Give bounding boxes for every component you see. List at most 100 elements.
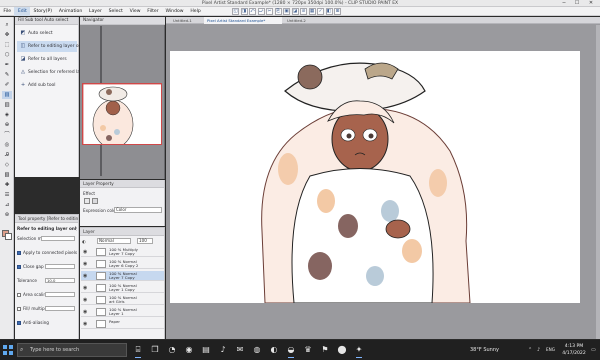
layer-row[interactable]: ◉ 100 % Normal Layer 1 Copy xyxy=(81,283,164,293)
expression-color-dropdown[interactable]: Color xyxy=(114,207,162,213)
command-icon-1[interactable]: ◨ xyxy=(240,8,248,15)
tool-property-row[interactable]: Tolerance 10.0 xyxy=(17,276,77,285)
tool-icon-8[interactable]: ▥ xyxy=(2,101,12,109)
tool-icon-14[interactable]: ◇ xyxy=(2,161,12,169)
effect-tone-toggle[interactable] xyxy=(92,198,98,204)
blend-mode-dropdown[interactable]: Normal xyxy=(97,238,131,244)
taskbar-app-icon[interactable]: ▤ xyxy=(200,344,212,356)
tool-icon-13[interactable]: Ꭿ xyxy=(2,151,12,159)
taskbar-app-icon[interactable]: ⌸ xyxy=(132,344,144,358)
tray-chevron-icon[interactable]: ⌃ xyxy=(528,340,532,360)
opacity-field[interactable]: 100 xyxy=(137,238,153,244)
weather-widget[interactable]: 38°F Sunny xyxy=(470,340,499,360)
command-icon-5[interactable]: ⎘ xyxy=(274,8,282,15)
command-icon-8[interactable]: ⊘ xyxy=(300,8,307,15)
taskbar-app-icon[interactable]: ✦ xyxy=(353,344,365,358)
menu-item-layer[interactable]: Layer xyxy=(86,7,106,16)
navigator-preview[interactable] xyxy=(82,83,162,145)
eye-icon[interactable]: ◉ xyxy=(83,309,89,315)
tool-icon-2[interactable]: ⬚ xyxy=(2,41,12,49)
tool-property-row[interactable]: Fill/ multiple xyxy=(17,304,77,313)
tool-icon-1[interactable]: ✥ xyxy=(2,31,12,39)
taskbar-app-icon[interactable]: ❒ xyxy=(149,344,161,356)
tool-icon-19[interactable]: ⊛ xyxy=(2,211,12,219)
layer-row[interactable]: ◉ 100 % Multiply Layer 7 Copy xyxy=(81,247,164,257)
tool-property-field[interactable] xyxy=(45,292,75,297)
menu-item-filter[interactable]: Filter xyxy=(144,7,162,16)
canvas-tab[interactable]: Pixel Artist Standard Example* xyxy=(204,17,282,24)
taskbar-app-icon[interactable]: ◍ xyxy=(251,344,263,356)
language-indicator[interactable]: ENG xyxy=(546,340,555,360)
command-icon-12[interactable]: ⊞ xyxy=(334,8,341,15)
sub-tool-item[interactable]: ◫ Refer to editing layer only xyxy=(17,41,85,52)
checkbox[interactable] xyxy=(17,293,21,297)
menu-item-select[interactable]: Select xyxy=(105,7,126,16)
command-icon-11[interactable]: ◧ xyxy=(325,8,333,15)
tool-icon-10[interactable]: ⊕ xyxy=(2,121,12,129)
taskbar-search-input[interactable]: Type here to search xyxy=(17,343,127,357)
sub-tool-item[interactable]: ◪ Refer to all layers xyxy=(17,54,77,65)
checkbox[interactable] xyxy=(17,251,21,255)
sub-tool-item[interactable]: + Add sub tool xyxy=(17,80,77,91)
sub-tool-item[interactable]: ◩ Auto select xyxy=(17,28,77,39)
taskbar-app-icon[interactable]: ⬤ xyxy=(336,344,348,356)
minimize-button[interactable]: ─ xyxy=(558,0,570,7)
layer-row[interactable]: ◉ Paper xyxy=(81,319,164,329)
menu-item-view[interactable]: View xyxy=(126,7,144,16)
taskbar-clock[interactable]: 4:13 PM 4/17/2022 xyxy=(560,343,588,357)
command-icon-6[interactable]: ▣ xyxy=(283,8,290,15)
command-icon-4[interactable]: ✂ xyxy=(266,8,273,15)
tool-icon-12[interactable]: ◎ xyxy=(2,141,12,149)
canvas-scrollbar[interactable] xyxy=(596,25,600,339)
effect-border-toggle[interactable] xyxy=(84,198,90,204)
command-icon-2[interactable]: ⤺ xyxy=(249,8,256,15)
layer-row[interactable]: ◉ 100 % Normal Layer 6 Copy 2 xyxy=(81,259,164,269)
checkbox[interactable] xyxy=(17,265,21,269)
drawing-canvas[interactable] xyxy=(170,51,580,303)
tool-icon-4[interactable]: ✒ xyxy=(2,61,12,69)
tool-icon-17[interactable]: ☰ xyxy=(2,191,12,199)
tool-icon-16[interactable]: ✚ xyxy=(2,181,12,189)
layer-row[interactable]: ◉ 100 % Normal art Girls xyxy=(81,295,164,305)
taskbar-app-icon[interactable]: ◉ xyxy=(183,344,195,356)
menu-item-storyp[interactable]: Story(P) xyxy=(30,7,55,16)
tool-icon-3[interactable]: ⬡ xyxy=(2,51,12,59)
eye-icon[interactable]: ◉ xyxy=(83,261,89,267)
command-icon-3[interactable]: ⤻ xyxy=(257,8,265,15)
menu-item-animation[interactable]: Animation xyxy=(55,7,85,16)
command-icon-0[interactable]: ◱ xyxy=(232,8,239,15)
notification-icon[interactable]: ▭ xyxy=(591,340,596,360)
command-icon-10[interactable]: ✓ xyxy=(317,8,324,15)
eye-icon[interactable]: ◉ xyxy=(83,273,89,279)
tool-icon-6[interactable]: ✐ xyxy=(2,81,12,89)
sub-color-swatch[interactable] xyxy=(5,233,12,240)
volume-icon[interactable]: ♪ xyxy=(537,340,540,360)
tool-property-field[interactable] xyxy=(45,264,75,269)
layer-row[interactable]: ◉ 100 % Normal Layer 1 xyxy=(81,307,164,317)
tool-icon-18[interactable]: ⊿ xyxy=(2,201,12,209)
taskbar-app-icon[interactable]: ◒ xyxy=(285,344,297,358)
tool-property-row[interactable]: Apply to connected pixels only xyxy=(17,248,77,257)
tool-icon-0[interactable]: ⌕ xyxy=(2,21,12,29)
taskbar-app-icon[interactable]: ✉ xyxy=(234,344,246,356)
canvas-tab[interactable]: Untitled-1 xyxy=(170,17,202,24)
start-button[interactable] xyxy=(3,345,13,355)
taskbar-app-icon[interactable]: ◐ xyxy=(268,344,280,356)
eye-icon[interactable]: ◉ xyxy=(83,285,89,291)
maximize-button[interactable]: ☐ xyxy=(571,0,583,7)
command-icon-7[interactable]: ◪ xyxy=(291,8,299,15)
layer-row[interactable]: ◉ 100 % Normal Layer 7 Copy xyxy=(81,271,164,281)
eye-icon[interactable]: ◉ xyxy=(83,249,89,255)
canvas-tab[interactable]: Untitled-2 xyxy=(284,17,318,24)
tool-property-row[interactable]: Anti-aliasing xyxy=(17,318,77,327)
tool-icon-11[interactable]: ⌒ xyxy=(2,131,12,139)
sub-tool-item[interactable]: ◬ Selection for referred layers xyxy=(17,67,89,78)
menu-item-edit[interactable]: Edit xyxy=(14,6,31,16)
taskbar-app-icon[interactable]: ⚑ xyxy=(319,344,331,356)
eye-icon[interactable]: ◉ xyxy=(83,321,89,327)
tool-icon-9[interactable]: ◈ xyxy=(2,111,12,119)
tool-property-row[interactable]: Area scaling xyxy=(17,290,77,299)
tool-property-row[interactable]: Selection mode xyxy=(17,234,77,243)
tool-property-field[interactable] xyxy=(45,306,75,311)
taskbar-app-icon[interactable]: ♛ xyxy=(302,344,314,356)
